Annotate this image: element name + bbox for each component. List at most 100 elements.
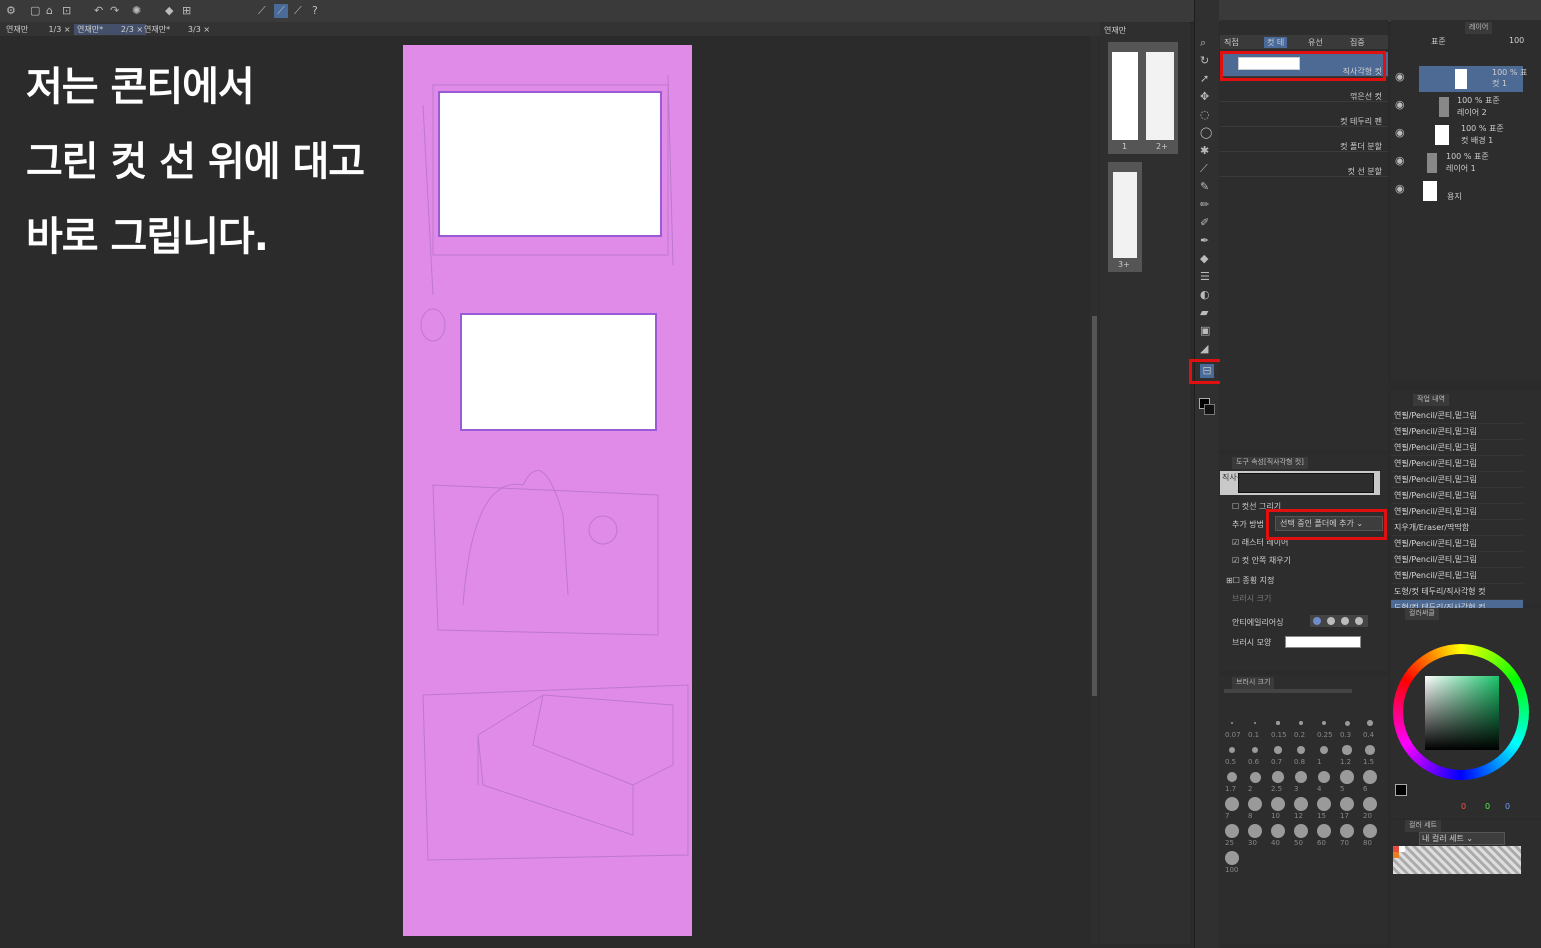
subtool-tab[interactable]: 컷 테 (1264, 37, 1288, 48)
loading-icon[interactable]: ✺ (132, 4, 141, 18)
canvas-vertical-scrollbar[interactable] (1090, 36, 1099, 944)
brush-size-dot[interactable] (1342, 745, 1352, 755)
subtool-item[interactable]: 컷 테두리 펜 (1220, 102, 1388, 127)
brush-size-dot[interactable] (1294, 770, 1308, 784)
color-swatch[interactable] (1399, 846, 1405, 852)
settings-icon[interactable]: ⚙ (6, 4, 16, 18)
brush-size-dot[interactable] (1294, 797, 1308, 811)
figure-icon[interactable]: ▣ (1200, 324, 1210, 338)
open-folder-icon[interactable]: ⌂ (46, 4, 53, 18)
history-item[interactable]: 연필/Pencil/콘티,밑그림 (1391, 488, 1523, 504)
selection-icon[interactable]: ◯ (1200, 126, 1212, 140)
sub-color-swatch[interactable] (1204, 404, 1215, 415)
history-item[interactable]: 연필/Pencil/콘티,밑그림 (1391, 568, 1523, 584)
subtool-item[interactable]: 컷 선 분할 (1220, 152, 1388, 177)
brush-size-dot[interactable] (1365, 745, 1375, 755)
history-item[interactable]: 연필/Pencil/콘티,밑그림 (1391, 424, 1523, 440)
wand-icon[interactable]: ✱ (1200, 144, 1209, 158)
subtool-tab[interactable]: 집중 (1350, 37, 1365, 48)
brush-size-dot[interactable] (1297, 746, 1305, 754)
antialias-selector[interactable] (1310, 615, 1368, 627)
main-color-swatch[interactable] (1395, 784, 1407, 796)
page-thumb-spread[interactable]: 1 2+ (1108, 42, 1178, 154)
layer-row[interactable]: 100 % 표준 컷 배경 1 (1419, 122, 1539, 148)
brush-size-dot[interactable] (1340, 770, 1354, 784)
color-swatch-grid[interactable] (1393, 846, 1521, 874)
subtool-tab[interactable]: 유선 (1308, 37, 1323, 48)
airbrush-icon[interactable]: ✒ (1200, 234, 1209, 248)
ruler-icon[interactable]: ◢ (1200, 342, 1208, 356)
undo-icon[interactable]: ↶ (94, 4, 103, 18)
page-thumb-2[interactable] (1146, 52, 1174, 140)
blend-icon[interactable]: ☰ (1200, 270, 1210, 284)
fill-icon[interactable]: ◆ (165, 4, 173, 18)
history-item[interactable]: 연필/Pencil/콘티,밑그림 (1391, 536, 1523, 552)
color-swatch[interactable] (1393, 852, 1399, 858)
eraser-icon[interactable]: ◆ (1200, 252, 1208, 266)
panel-frame-2[interactable] (460, 313, 657, 431)
brush-size-dot[interactable] (1363, 770, 1377, 784)
history-item[interactable]: 연필/Pencil/콘티,밑그림 (1391, 408, 1523, 424)
fill-tool-icon[interactable]: ◐ (1200, 288, 1210, 302)
brush-size-dot[interactable] (1228, 746, 1236, 754)
brush-size-dot[interactable] (1340, 824, 1354, 838)
pencil-icon[interactable]: ✏ (1200, 198, 1209, 212)
eye-icon[interactable]: ◉ (1395, 154, 1405, 168)
brush-size-dot[interactable] (1340, 797, 1354, 811)
brush-size-dot[interactable] (1225, 797, 1239, 811)
move-icon[interactable]: ✥ (1200, 90, 1209, 104)
history-item[interactable]: 연필/Pencil/콘티,밑그림 (1391, 504, 1523, 520)
storyboard-page[interactable] (403, 45, 692, 936)
operation-icon[interactable]: ➚ (1200, 72, 1209, 86)
redo-icon[interactable]: ↷ (110, 4, 119, 18)
brush-size-dot[interactable] (1294, 824, 1308, 838)
brush-size-dot[interactable] (1317, 824, 1331, 838)
brush-size-dot[interactable] (1344, 720, 1350, 726)
hue-ring[interactable] (1393, 644, 1529, 780)
brush-size-dot[interactable] (1226, 771, 1238, 783)
gradient-icon[interactable]: ▰ (1200, 306, 1208, 320)
brush-size-dot[interactable] (1363, 797, 1377, 811)
scroll-thumb[interactable] (1092, 316, 1097, 696)
brush-size-dot[interactable] (1225, 851, 1239, 865)
page-thumb-1[interactable] (1112, 52, 1138, 140)
eye-icon[interactable]: ◉ (1395, 182, 1405, 196)
brush-size-dot[interactable] (1363, 824, 1377, 838)
snap-grid-icon[interactable]: ⟋ (294, 4, 302, 18)
blend-mode-select[interactable]: 표준 (1431, 36, 1446, 47)
zoom-icon[interactable]: ⌕ (1200, 36, 1206, 50)
snap-special-ruler-icon[interactable]: ⟋ (274, 4, 288, 18)
page-thumb-3-container[interactable]: 3+ (1108, 162, 1142, 272)
tab-2[interactable]: 연재만* 2/3 × (74, 24, 147, 35)
tool-name-field[interactable]: 직사각형 컷 (1220, 471, 1380, 495)
layer-row[interactable]: 100 % 표준 레이어 2 (1419, 94, 1539, 120)
brush-icon[interactable]: ✐ (1200, 216, 1209, 230)
snap-ruler-icon[interactable]: ⟋ (258, 4, 266, 18)
history-item[interactable]: 도형/컷 테두리/직사각형 컷 (1391, 584, 1523, 600)
subtool-tab[interactable]: 직접 (1224, 37, 1239, 48)
brush-size-dot[interactable] (1317, 770, 1331, 784)
transform-icon[interactable]: ⊞ (182, 4, 191, 18)
brush-size-dot[interactable] (1271, 824, 1285, 838)
antialias-option[interactable] (1355, 617, 1363, 625)
brush-size-dot[interactable] (1321, 720, 1327, 726)
brush-size-dot[interactable] (1251, 746, 1259, 754)
opacity-value[interactable]: 100 (1509, 36, 1524, 45)
layer-row[interactable]: 100 % 표준 레이어 1 (1419, 150, 1539, 176)
antialias-option[interactable] (1327, 617, 1335, 625)
history-item[interactable]: 연필/Pencil/콘티,밑그림 (1391, 456, 1523, 472)
brush-size-dot[interactable] (1276, 721, 1280, 725)
brush-size-dot[interactable] (1248, 797, 1262, 811)
eyedropper-icon[interactable]: ⟋ (1200, 162, 1208, 176)
brush-size-dot[interactable] (1248, 824, 1262, 838)
saturation-value-box[interactable] (1425, 676, 1499, 750)
aspect-checkbox[interactable]: ⊞☐ 종횡 지정 (1226, 575, 1274, 586)
antialias-option[interactable] (1313, 617, 1321, 625)
brush-size-dot[interactable] (1271, 797, 1285, 811)
new-file-icon[interactable]: ▢ (30, 4, 40, 18)
brush-size-dot[interactable] (1272, 771, 1284, 783)
subtool-item[interactable]: 컷 폴더 분할 (1220, 127, 1388, 152)
brush-size-dot[interactable] (1249, 771, 1261, 783)
rotate-icon[interactable]: ↻ (1200, 54, 1209, 68)
tab-3[interactable]: 연재만* 3/3 × (144, 24, 210, 35)
